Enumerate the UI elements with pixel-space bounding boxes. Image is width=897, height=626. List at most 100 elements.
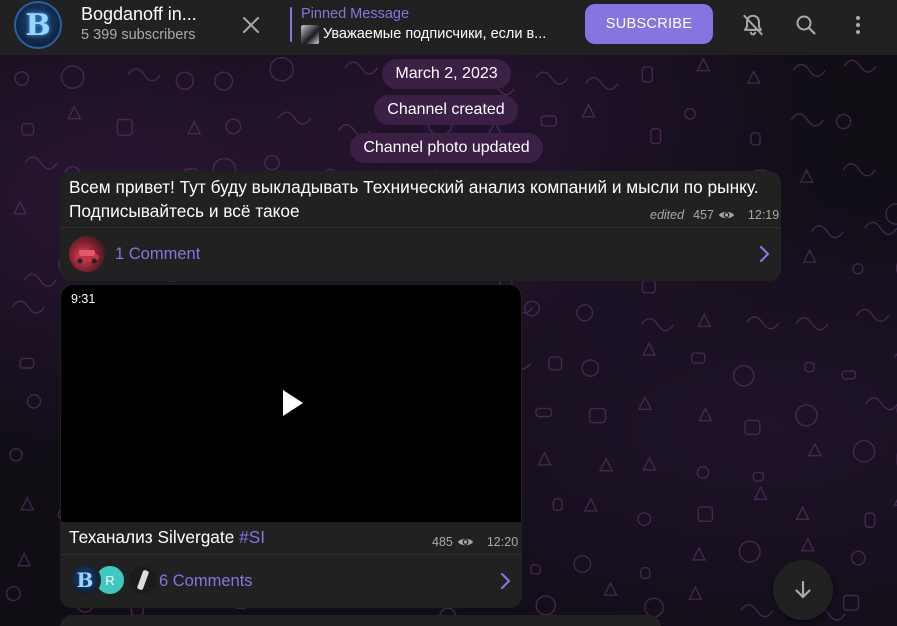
doodle-shape (738, 540, 761, 563)
doodle-shape (5, 586, 22, 602)
chevron-right-icon (759, 245, 770, 263)
doodle-shape (11, 300, 45, 314)
commenter-avatar: B (69, 564, 101, 596)
subscriber-count: 5 399 subscribers (81, 27, 196, 43)
doodle-shape (581, 103, 596, 118)
doodle-shape (214, 71, 234, 91)
doodle-shape (17, 552, 32, 567)
doodle-shape (856, 308, 890, 323)
doodle-shape (573, 555, 592, 573)
doodle-shape (534, 71, 569, 85)
doodle-shape (744, 419, 761, 436)
hashtag-link[interactable]: #SI (239, 527, 265, 547)
doodle-shape (740, 603, 774, 618)
doodle-shape (19, 357, 35, 369)
doodle-shape (790, 113, 824, 127)
doodle-shape (641, 279, 656, 294)
doodle-shape (799, 168, 814, 183)
doodle-shape (67, 105, 82, 120)
message-bubble[interactable]: Всем привет! Тут буду выкладывать Технич… (60, 171, 781, 281)
channel-title[interactable]: Bogdanoff in... (81, 4, 211, 25)
play-icon[interactable] (281, 389, 305, 417)
mute-button[interactable] (738, 10, 768, 40)
dark-avatar-icon (137, 570, 149, 590)
service-message-photo-updated: Channel photo updated (350, 133, 543, 163)
more-button[interactable] (843, 10, 873, 40)
commenter-avatar (69, 236, 105, 272)
doodle-shape (795, 404, 818, 427)
doodle-shape (603, 581, 618, 596)
doodle-shape (864, 221, 897, 235)
bell-off-icon (743, 14, 763, 36)
doodle-shape (807, 442, 822, 457)
video-message-bubble[interactable]: 9:31 Теханализ Silvergate #SI 485 12:20 … (60, 284, 522, 608)
doodle-shape (852, 440, 876, 463)
doodle-shape (269, 56, 294, 82)
comments-link[interactable]: 1 Comment (115, 245, 200, 264)
search-icon (796, 15, 816, 35)
date-separator: March 2, 2023 (382, 59, 511, 89)
doodle-shape (697, 506, 714, 522)
doodle-shape (753, 485, 768, 501)
doodle-shape (650, 128, 662, 145)
commenter-initial: R (105, 572, 115, 588)
doodle-shape (792, 63, 826, 78)
channel-avatar[interactable]: B (14, 1, 62, 49)
pinned-thumbnail (301, 25, 319, 44)
doodle-shape (530, 564, 541, 575)
pinned-message-text[interactable]: Уважаемые подписчики, если в... (323, 26, 558, 42)
video-player[interactable]: 9:31 (61, 285, 521, 522)
message-meta: 485 12:20 (432, 535, 518, 549)
chat-header: B Bogdanoff in... 5 399 subscribers Pinn… (0, 0, 897, 55)
doodle-shape (548, 356, 563, 371)
doodle-shape (688, 585, 703, 600)
doodle-shape (642, 456, 657, 471)
chevron-right-icon (500, 572, 511, 590)
doodle-shape (841, 370, 857, 380)
doodle-shape (537, 451, 552, 466)
comments-divider (60, 227, 781, 228)
doodle-shape (865, 397, 897, 411)
doodle-shape (843, 59, 877, 73)
doodle-shape (802, 248, 817, 263)
doodle-shape (535, 595, 556, 616)
doodle-shape (885, 203, 897, 225)
doodle-shape (127, 68, 161, 82)
doodle-shape (264, 154, 280, 171)
doodle-shape (696, 57, 711, 72)
commenter-avatar (127, 564, 159, 596)
doodle-shape (225, 118, 242, 135)
close-icon (243, 17, 259, 33)
message-bubble-partial[interactable] (60, 615, 661, 626)
doodle-shape (187, 120, 202, 135)
doodle-shape (842, 163, 876, 177)
message-meta: edited 457 12:19 (650, 208, 779, 222)
doodle-shape (21, 122, 35, 136)
doodle-shape (641, 66, 654, 83)
doodle-shape (691, 546, 707, 561)
edited-label: edited (650, 208, 685, 222)
scroll-to-bottom-button[interactable] (773, 560, 833, 620)
subscribe-button[interactable]: SUBSCRIBE (585, 4, 713, 44)
doodle-shape (116, 118, 133, 136)
doodle-shape (697, 312, 712, 328)
doodle-shape (9, 448, 23, 462)
doodle-shape (535, 407, 553, 418)
doodle-shape (750, 132, 761, 146)
doodle-shape (643, 597, 664, 618)
doodle-shape (640, 567, 651, 580)
eye-icon (457, 538, 473, 546)
pinned-message-label[interactable]: Pinned Message (301, 6, 409, 22)
doodle-shape (800, 537, 815, 552)
view-count: 457 (693, 208, 714, 222)
doodle-shape (795, 317, 829, 331)
doodle-shape (175, 71, 194, 90)
doodle-shape (588, 407, 607, 424)
video-duration: 9:31 (71, 292, 96, 306)
search-button[interactable] (791, 10, 821, 40)
doodle-shape (60, 65, 85, 90)
doodle-shape (804, 361, 815, 373)
close-pinned-button[interactable] (236, 10, 266, 40)
avatar-letter: B (76, 568, 94, 592)
comments-link[interactable]: 6 Comments (159, 572, 253, 591)
